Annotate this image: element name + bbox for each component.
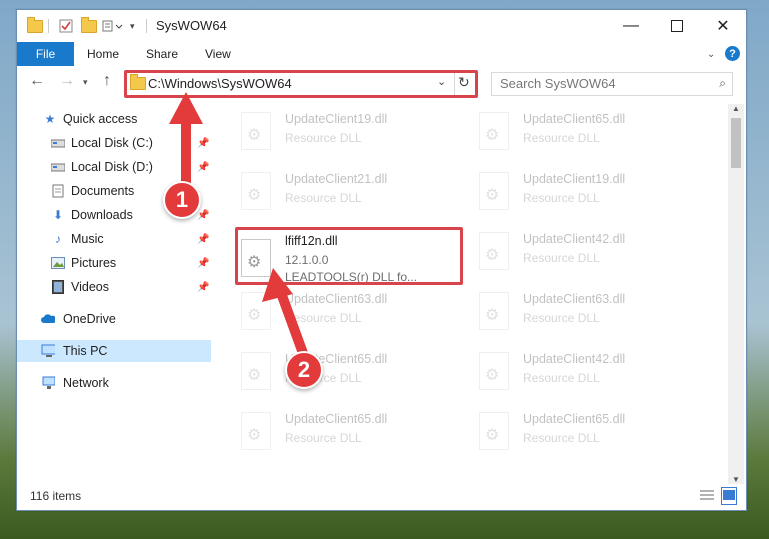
annotation-layer: [169, 92, 309, 361]
arrow-2: [262, 268, 309, 361]
step-1-badge: 1: [163, 181, 201, 219]
step-2-badge: 2: [285, 351, 323, 389]
